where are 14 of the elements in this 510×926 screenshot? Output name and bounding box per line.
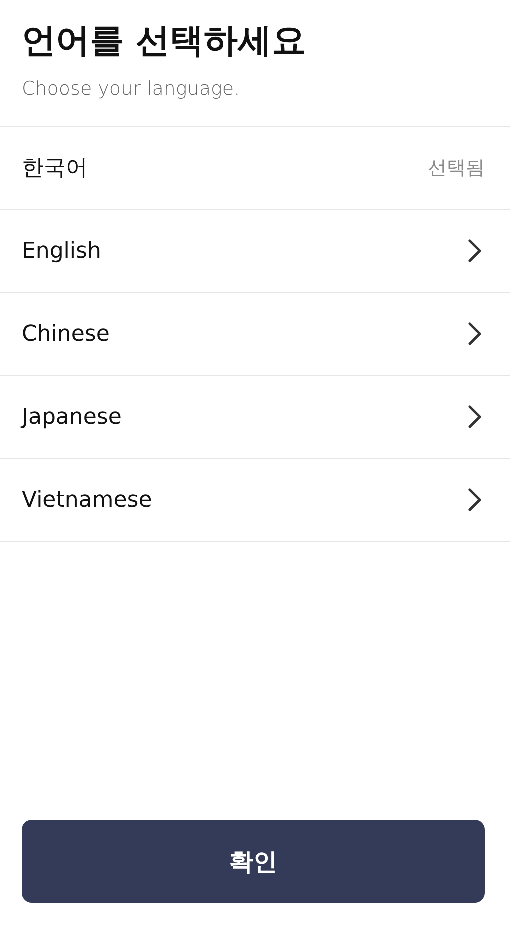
page-subtitle: Choose your language. (22, 78, 242, 100)
language-label: 한국어 (22, 155, 88, 183)
language-label: Chinese (22, 322, 110, 346)
language-label: Japanese (22, 404, 122, 430)
language-item[interactable]: 한국어 선택됨 (0, 127, 510, 210)
language-item[interactable]: Chinese (0, 293, 510, 376)
language-item[interactable]: English (0, 210, 510, 293)
language-label: Vietnamese (22, 488, 152, 512)
page-title: 언어를 선택하세요 (22, 20, 307, 63)
language-item[interactable]: Vietnamese (0, 459, 510, 542)
selected-status: 선택됨 (428, 156, 485, 181)
confirm-button[interactable]: 확인 (22, 820, 485, 903)
language-item[interactable]: Japanese (0, 376, 510, 459)
language-label: English (22, 238, 102, 264)
